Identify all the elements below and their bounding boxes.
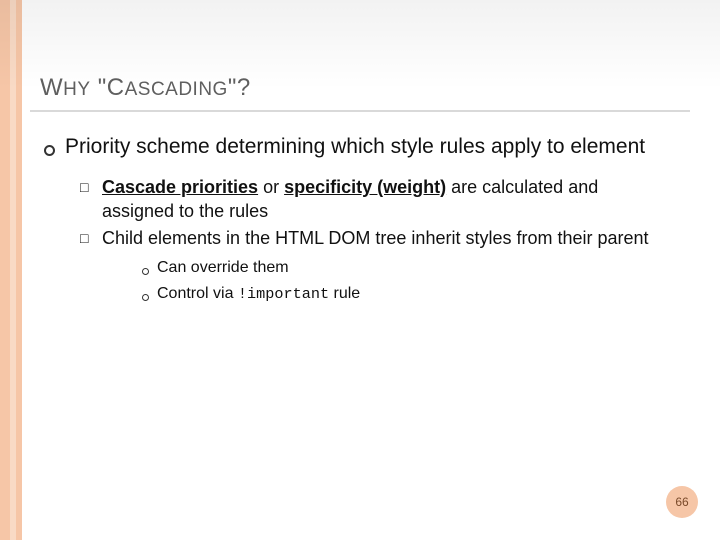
- lvl3-2-code: !important: [238, 285, 329, 303]
- lvl3-2-pre: Control via: [157, 285, 238, 302]
- donut-bullet-icon: [44, 134, 55, 164]
- level3-group: Can override them Control via !important…: [80, 255, 670, 307]
- title-w1-cap: W: [40, 74, 63, 101]
- lvl3-item-2: Control via !important rule: [157, 283, 360, 307]
- bullet-level3: Control via !important rule: [142, 283, 670, 307]
- title-w2-rest: ASCADING: [125, 79, 228, 100]
- body-area: Priority scheme determining which style …: [30, 112, 670, 307]
- lvl3-item-1: Can override them: [157, 257, 289, 281]
- page-number: 66: [675, 495, 688, 509]
- donut-bullet-icon: [142, 257, 149, 281]
- donut-bullet-icon: [142, 283, 149, 307]
- square-bullet-icon: □: [80, 176, 94, 224]
- title-wrap: WHY "CASCADING"?: [30, 0, 690, 112]
- lvl1-text: Priority scheme determining which style …: [65, 134, 645, 164]
- title-w2-cap: C: [107, 74, 125, 101]
- slide-title: WHY "CASCADING"?: [40, 74, 690, 102]
- bullet-level3: Can override them: [142, 257, 670, 281]
- page-number-badge: 66: [666, 486, 698, 518]
- bullet-level2: □ Cascade priorities or specificity (wei…: [80, 176, 670, 224]
- title-w1-rest: HY: [63, 79, 90, 100]
- lvl2-1-bold-b: specificity (weight): [284, 177, 446, 197]
- lvl2-1-bold-a: Cascade priorities: [102, 177, 258, 197]
- title-quote-open: ": [91, 74, 107, 101]
- lvl2-1-mid1: or: [258, 177, 284, 197]
- lvl3-2-post: rule: [329, 285, 360, 302]
- lvl2-item-1: Cascade priorities or specificity (weigh…: [102, 176, 670, 224]
- accent-left-band-inner: [10, 0, 16, 540]
- square-bullet-icon: □: [80, 227, 94, 251]
- level2-group: □ Cascade priorities or specificity (wei…: [44, 172, 670, 307]
- bullet-level1: Priority scheme determining which style …: [44, 134, 670, 164]
- title-tail: "?: [228, 74, 251, 101]
- bullet-level2: □ Child elements in the HTML DOM tree in…: [80, 227, 670, 251]
- slide-content: WHY "CASCADING"? Priority scheme determi…: [30, 0, 710, 540]
- lvl2-item-2: Child elements in the HTML DOM tree inhe…: [102, 227, 649, 251]
